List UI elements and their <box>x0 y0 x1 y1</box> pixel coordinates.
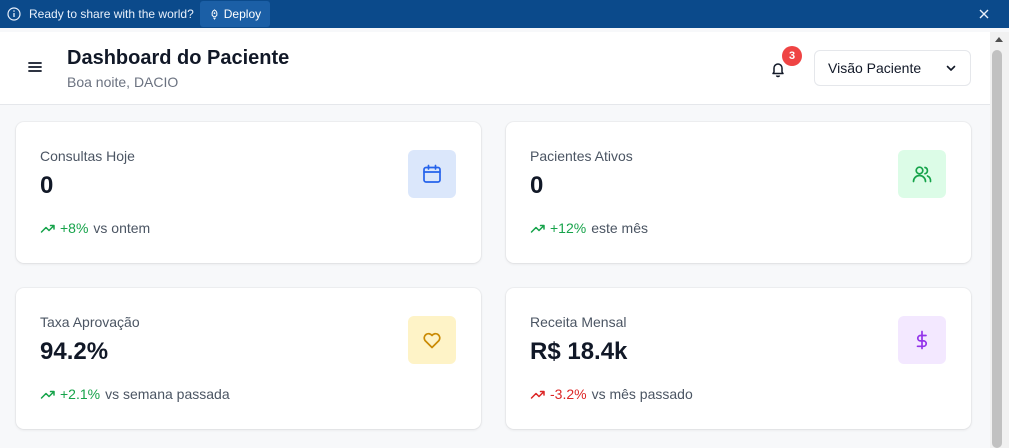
stat-value: R$ 18.4k <box>530 338 628 365</box>
users-icon <box>898 150 946 198</box>
close-icon[interactable] <box>977 7 991 21</box>
stat-label: Receita Mensal <box>530 314 627 330</box>
stat-card-consultas: Consultas Hoje 0 +8% vs ontem <box>16 122 481 263</box>
stat-card-pacientes: Pacientes Ativos 0 +12% este mês <box>506 122 971 263</box>
deploy-banner: Ready to share with the world? Deploy <box>0 0 1009 28</box>
page-header: Dashboard do Paciente Boa noite, DACIO 3… <box>0 32 990 105</box>
banner-message: Ready to share with the world? <box>29 7 194 21</box>
stat-trend: +12% este mês <box>530 220 648 236</box>
rocket-icon <box>211 8 218 20</box>
menu-icon[interactable] <box>26 58 44 76</box>
page-title: Dashboard do Paciente <box>67 47 290 69</box>
greeting-subtitle: Boa noite, DACIO <box>67 74 179 90</box>
trending-up-icon <box>530 224 545 233</box>
scrollbar-thumb[interactable] <box>992 50 1002 448</box>
stat-card-taxa: Taxa Aprovação 94.2% +2.1% vs semana pas… <box>16 288 481 429</box>
trend-text: vs mês passado <box>591 386 693 402</box>
stat-value: 0 <box>530 172 544 199</box>
stat-trend: -3.2% vs mês passado <box>530 386 693 402</box>
notification-badge: 3 <box>782 46 802 66</box>
view-select-value: Visão Paciente <box>828 60 922 76</box>
deploy-button[interactable]: Deploy <box>199 1 271 27</box>
stat-card-receita: Receita Mensal R$ 18.4k -3.2% vs mês pas… <box>506 288 971 429</box>
stat-trend: +8% vs ontem <box>40 220 150 236</box>
stat-value: 94.2% <box>40 338 109 365</box>
trend-percent: +8% <box>60 220 89 236</box>
trending-down-icon <box>530 390 545 399</box>
deploy-label: Deploy <box>223 7 262 21</box>
scrollbar[interactable] <box>990 32 1009 448</box>
dollar-icon <box>898 316 946 364</box>
trending-up-icon <box>40 390 55 399</box>
calendar-icon <box>408 150 456 198</box>
trend-text: vs ontem <box>93 220 151 236</box>
view-select[interactable]: Visão Paciente <box>814 50 971 86</box>
stat-label: Consultas Hoje <box>40 148 135 164</box>
chevron-down-icon <box>944 61 958 75</box>
trend-percent: -3.2% <box>550 386 587 402</box>
stat-label: Pacientes Ativos <box>530 148 633 164</box>
trend-percent: +12% <box>550 220 587 236</box>
stat-label: Taxa Aprovação <box>40 314 140 330</box>
trending-up-icon <box>40 224 55 233</box>
stat-trend: +2.1% vs semana passada <box>40 386 230 402</box>
stat-value: 0 <box>40 172 54 199</box>
scroll-up-arrow[interactable] <box>995 37 1003 42</box>
trend-text: vs semana passada <box>105 386 230 402</box>
trend-percent: +2.1% <box>60 386 101 402</box>
info-icon <box>7 7 21 21</box>
heart-icon <box>408 316 456 364</box>
trend-text: este mês <box>591 220 649 236</box>
